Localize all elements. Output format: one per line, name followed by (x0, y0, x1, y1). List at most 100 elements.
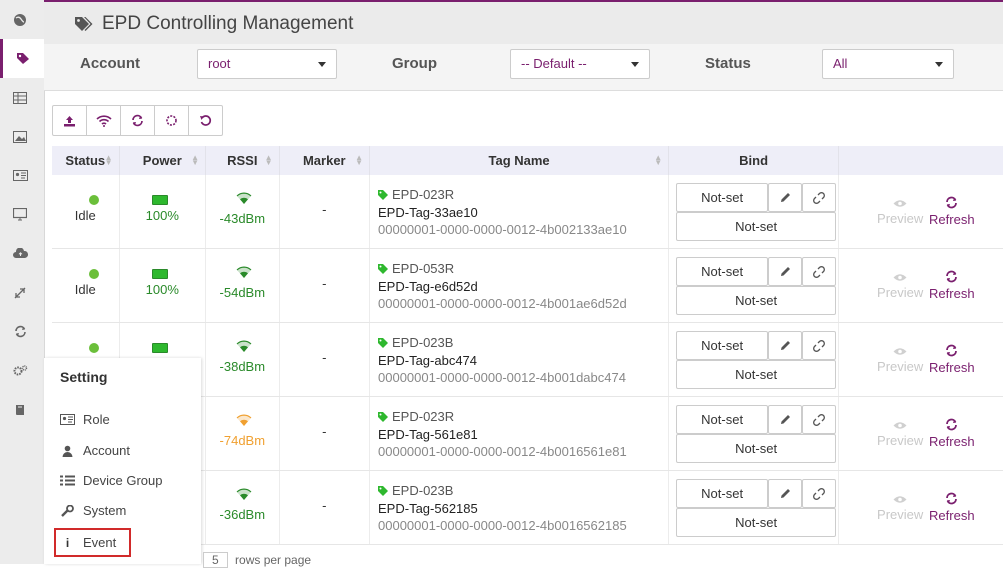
unlink-button[interactable] (802, 257, 837, 286)
bind-select-button[interactable]: Not-set (676, 257, 769, 286)
wrench-icon (61, 504, 74, 517)
submenu-item-label: System (83, 503, 127, 518)
unlink-button[interactable] (802, 405, 837, 434)
status-select-value: All (833, 56, 848, 71)
account-select-value: root (208, 56, 231, 71)
refresh-button[interactable]: Refresh (929, 196, 975, 227)
tag-name: EPD-Tag-33ae10 (378, 205, 478, 220)
submenu-item-account[interactable]: Account (60, 443, 130, 458)
bind-template-button[interactable]: Not-set (676, 286, 837, 315)
preview-button[interactable]: Preview (877, 196, 923, 226)
account-select[interactable]: root (197, 49, 337, 79)
rssi-text: -38dBm (219, 359, 266, 374)
tag-code: EPD-023B (378, 335, 453, 350)
table-row: Idle 100% -43dBm - EPD-023R EPD-Tag-33ae… (52, 175, 1003, 249)
nav-monitor[interactable] (0, 195, 40, 234)
tag-code: EPD-023B (378, 483, 453, 498)
actions-cell: Preview Refresh (839, 323, 1003, 396)
battery-icon (151, 269, 168, 279)
rssi-text: -74dBm (219, 433, 266, 448)
tag-code: EPD-023R (378, 409, 454, 424)
nav-globe[interactable] (0, 0, 40, 39)
refresh-button[interactable]: Refresh (929, 492, 975, 523)
col-power[interactable]: Power ▲ ▼ (120, 146, 207, 175)
col-marker[interactable]: Marker ▲ ▼ (280, 146, 371, 175)
nav-compress[interactable] (0, 273, 40, 312)
battery-icon (151, 195, 168, 205)
col-status[interactable]: Status ▲ ▼ (52, 146, 120, 175)
bind-template-button[interactable]: Not-set (676, 212, 837, 241)
rssi-cell: -74dBm (206, 397, 280, 470)
tags-icon (17, 53, 29, 64)
bind-select-button[interactable]: Not-set (676, 183, 769, 212)
preview-button[interactable]: Preview (877, 492, 923, 522)
power-text: 100% (145, 208, 179, 223)
refresh-icon (946, 344, 958, 357)
bind-select-button[interactable]: Not-set (676, 479, 769, 508)
refresh-all-button[interactable] (121, 106, 155, 135)
pencil-icon (780, 193, 790, 202)
unlink-button[interactable] (802, 183, 837, 212)
submenu-item-system[interactable]: System (60, 503, 126, 518)
unlink-button[interactable] (802, 331, 837, 360)
nav-image[interactable] (0, 117, 40, 156)
bind-select-button[interactable]: Not-set (676, 331, 769, 360)
tag-code-text: EPD-023R (392, 409, 455, 424)
col-tag-name[interactable]: Tag Name ▲ ▼ (370, 146, 670, 175)
nav-cloud[interactable] (0, 234, 40, 273)
tag-name: EPD-Tag-abc474 (378, 353, 478, 368)
pagination-footer: 5 rows per page (203, 552, 311, 568)
undo-button[interactable] (189, 106, 222, 135)
tag-name: EPD-Tag-562185 (378, 501, 478, 516)
nav-book[interactable] (0, 390, 40, 429)
page-size-select[interactable]: 5 (203, 552, 228, 568)
edit-bind-button[interactable] (768, 257, 803, 286)
wifi-button[interactable] (87, 106, 121, 135)
group-select[interactable]: -- Default -- (510, 49, 650, 79)
submenu-item-role[interactable]: Role (60, 412, 110, 427)
submenu-item-device-group[interactable]: Device Group (60, 473, 162, 488)
tag-code: EPD-023R (378, 187, 454, 202)
unlink-icon (813, 265, 826, 278)
bind-template-button[interactable]: Not-set (676, 434, 837, 463)
unlink-button[interactable] (802, 479, 837, 508)
rssi-cell: -36dBm (206, 471, 280, 544)
refresh-button[interactable]: Refresh (929, 418, 975, 449)
event-highlight-box (54, 528, 131, 557)
tag-cell: EPD-023B EPD-Tag-562185 00000001-0000-00… (370, 471, 670, 544)
nav-tags[interactable] (0, 39, 44, 78)
upload-button[interactable] (53, 106, 87, 135)
bind-template-button[interactable]: Not-set (676, 360, 837, 389)
nav-gears[interactable] (0, 351, 40, 390)
nav-sync[interactable] (0, 312, 40, 351)
power-cell: 100% (120, 249, 207, 322)
status-select[interactable]: All (822, 49, 954, 79)
edit-bind-button[interactable] (768, 183, 803, 212)
spinner-button[interactable] (155, 106, 189, 135)
bind-select-button[interactable]: Not-set (676, 405, 769, 434)
col-rssi[interactable]: RSSI ▲ ▼ (206, 146, 280, 175)
actions-cell: Preview Refresh (839, 397, 1003, 470)
tag-icon (378, 337, 389, 348)
refresh-button[interactable]: Refresh (929, 270, 975, 301)
submenu-item-label: Account (83, 443, 130, 458)
signal-icon (236, 266, 252, 278)
preview-button[interactable]: Preview (877, 418, 923, 448)
edit-bind-button[interactable] (768, 405, 803, 434)
preview-button[interactable]: Preview (877, 344, 923, 374)
list-icon (60, 475, 75, 486)
rows-per-page-text: rows per page (235, 553, 312, 567)
bind-template-button[interactable]: Not-set (676, 508, 837, 537)
marker-text: - (322, 202, 327, 217)
nav-id-card[interactable] (0, 156, 40, 195)
edit-bind-button[interactable] (768, 479, 803, 508)
tag-icon (378, 263, 389, 274)
status-dot-icon (89, 269, 99, 279)
refresh-button[interactable]: Refresh (929, 344, 975, 375)
status-text: Idle (74, 282, 96, 297)
nav-table[interactable] (0, 78, 40, 117)
edit-bind-button[interactable] (768, 331, 803, 360)
header: EPD Controlling Management (44, 0, 1003, 46)
preview-button[interactable]: Preview (877, 270, 923, 300)
rssi-cell: -54dBm (206, 249, 280, 322)
